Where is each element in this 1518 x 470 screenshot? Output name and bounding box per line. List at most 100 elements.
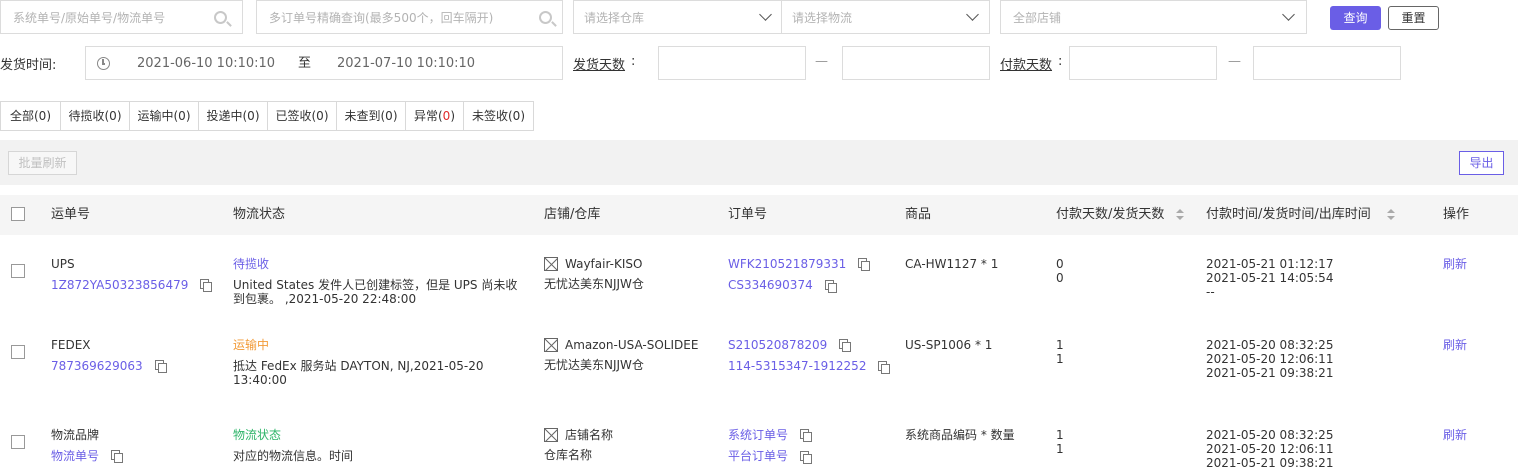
- row-checkbox[interactable]: [11, 345, 25, 359]
- warehouse-select[interactable]: 请选择仓库: [573, 0, 782, 34]
- chevron-down-icon: [966, 8, 979, 21]
- carrier-name: UPS: [51, 257, 75, 271]
- store-placeholder: 全部店铺: [1013, 11, 1062, 25]
- system-order-link[interactable]: WFK210521879331: [728, 257, 846, 271]
- row-checkbox[interactable]: [11, 264, 25, 278]
- sort-icon[interactable]: [1387, 209, 1395, 221]
- ship-days-max-input[interactable]: [842, 46, 990, 80]
- pay-time: 2021-05-20 08:32:25: [1206, 428, 1334, 442]
- chevron-down-icon: [1282, 8, 1295, 21]
- col-logistics-status: 物流状态: [233, 207, 286, 222]
- warehouse-name: 无忧达美东NJJW仓: [544, 277, 644, 291]
- sort-icon[interactable]: [1176, 209, 1184, 221]
- ship-time-end[interactable]: 2021-07-10 10:10:10: [337, 47, 475, 81]
- store-name: Wayfair-KISO: [565, 257, 643, 271]
- copy-icon[interactable]: [800, 451, 812, 464]
- ship-days-value: 1: [1056, 352, 1064, 366]
- store-name: Amazon-USA-SOLIDEE: [565, 338, 699, 352]
- tracking-link[interactable]: 787369629063: [51, 359, 143, 373]
- copy-icon[interactable]: [111, 450, 123, 463]
- tab-awaiting-pickup[interactable]: 待揽收(0): [60, 101, 130, 131]
- pay-days-min-input[interactable]: [1069, 46, 1217, 80]
- ship-time-start[interactable]: 2021-06-10 10:10:10: [137, 47, 275, 81]
- tab-not-signed[interactable]: 未签收(0): [463, 101, 534, 131]
- logistics-detail: United States 发件人已创建标签，但是 UPS 尚未收到包裹。 ,2…: [233, 278, 518, 306]
- product-sku: US-SP1006 * 1: [905, 338, 993, 352]
- refresh-link[interactable]: 刷新: [1443, 428, 1467, 442]
- tab-out-for-delivery[interactable]: 投递中(0): [198, 101, 268, 131]
- chevron-down-icon: [759, 8, 772, 21]
- search-icon[interactable]: [539, 11, 552, 24]
- logistics-select[interactable]: 请选择物流: [781, 0, 990, 34]
- batch-refresh-button[interactable]: 批量刷新: [8, 151, 77, 175]
- ship-time: 2021-05-21 14:05:54: [1206, 271, 1334, 285]
- pay-days-value: 1: [1056, 338, 1064, 352]
- ship-time: 2021-05-20 12:06:11: [1206, 442, 1334, 456]
- copy-icon[interactable]: [858, 258, 870, 271]
- colon: :: [631, 54, 636, 69]
- multi-order-search-input[interactable]: 多订单号精确查询(最多500个，回车隔开): [256, 0, 563, 34]
- row-checkbox[interactable]: [11, 435, 25, 449]
- col-order-no: 订单号: [728, 207, 768, 222]
- outbound-time: 2021-05-21 09:38:21: [1206, 366, 1334, 380]
- ship-days-label: 发货天数: [573, 58, 626, 73]
- order-search-input[interactable]: 系统单号/原始单号/物流单号: [0, 0, 243, 34]
- select-all-checkbox[interactable]: [11, 207, 25, 221]
- colon: :: [1058, 54, 1063, 69]
- logistics-status: 物流状态: [233, 428, 282, 442]
- col-tracking: 运单号: [51, 207, 91, 222]
- table-toolbar: 批量刷新 导出: [0, 140, 1518, 185]
- range-dash: —: [815, 54, 828, 69]
- tab-exception[interactable]: 异常(0): [405, 101, 464, 131]
- logistics-placeholder: 请选择物流: [792, 11, 853, 25]
- col-times[interactable]: 付款时间/发货时间/出库时间: [1206, 195, 1371, 235]
- tracking-link[interactable]: 物流单号: [51, 449, 99, 463]
- copy-icon[interactable]: [155, 360, 167, 373]
- copy-icon[interactable]: [800, 429, 812, 442]
- tab-in-transit[interactable]: 运输中(0): [129, 101, 199, 131]
- col-store-warehouse: 店铺/仓库: [544, 207, 601, 222]
- tab-not-found[interactable]: 未查到(0): [336, 101, 406, 131]
- outbound-time: --: [1206, 285, 1215, 299]
- store-name: 店铺名称: [565, 428, 614, 442]
- platform-order-link[interactable]: CS334690374: [728, 278, 813, 292]
- export-button[interactable]: 导出: [1459, 151, 1504, 175]
- system-order-link[interactable]: 系统订单号: [728, 428, 788, 442]
- ship-days-value: 1: [1056, 442, 1064, 456]
- pay-time: 2021-05-20 08:32:25: [1206, 338, 1334, 352]
- logistics-status: 运输中: [233, 338, 270, 352]
- order-search-placeholder: 系统单号/原始单号/物流单号: [13, 11, 166, 25]
- image-placeholder-icon: [544, 428, 558, 442]
- tab-delivered[interactable]: 已签收(0): [267, 101, 337, 131]
- query-button[interactable]: 查询: [1330, 6, 1381, 30]
- refresh-link[interactable]: 刷新: [1443, 257, 1467, 271]
- table-header: 运单号 物流状态 店铺/仓库 订单号 商品 付款天数/发货天数 付款时间/发货时…: [0, 195, 1518, 235]
- copy-icon[interactable]: [200, 279, 212, 292]
- tab-all[interactable]: 全部(0): [0, 101, 61, 131]
- platform-order-link[interactable]: 114-5315347-1912252: [728, 359, 866, 373]
- tracking-link[interactable]: 1Z872YA50323856479: [51, 278, 188, 292]
- copy-icon[interactable]: [839, 339, 851, 352]
- refresh-link[interactable]: 刷新: [1443, 338, 1467, 352]
- ship-time: 2021-05-20 12:06:11: [1206, 352, 1334, 366]
- ship-days-min-input[interactable]: [658, 46, 806, 80]
- copy-icon[interactable]: [878, 361, 890, 374]
- image-placeholder-icon: [544, 338, 558, 352]
- pay-days-max-input[interactable]: [1253, 46, 1401, 80]
- store-select[interactable]: 全部店铺: [1000, 0, 1307, 34]
- copy-icon[interactable]: [825, 280, 837, 293]
- carrier-name: 物流品牌: [51, 428, 100, 442]
- range-dash: —: [1228, 54, 1241, 69]
- product-sku: 系统商品编码 * 数量: [905, 428, 1015, 442]
- platform-order-link[interactable]: 平台订单号: [728, 449, 788, 463]
- outbound-time: 2021-05-21 09:38:21: [1206, 456, 1334, 470]
- clock-icon: [97, 57, 110, 70]
- logistics-status: 待揽收: [233, 257, 270, 271]
- reset-button[interactable]: 重置: [1388, 6, 1439, 30]
- image-placeholder-icon: [544, 257, 558, 271]
- search-icon[interactable]: [214, 11, 227, 24]
- system-order-link[interactable]: S210520878209: [728, 338, 827, 352]
- col-days[interactable]: 付款天数/发货天数: [1056, 195, 1164, 235]
- ship-time-range-picker[interactable]: 2021-06-10 10:10:10 至 2021-07-10 10:10:1…: [85, 46, 563, 80]
- pay-days-value: 0: [1056, 257, 1064, 271]
